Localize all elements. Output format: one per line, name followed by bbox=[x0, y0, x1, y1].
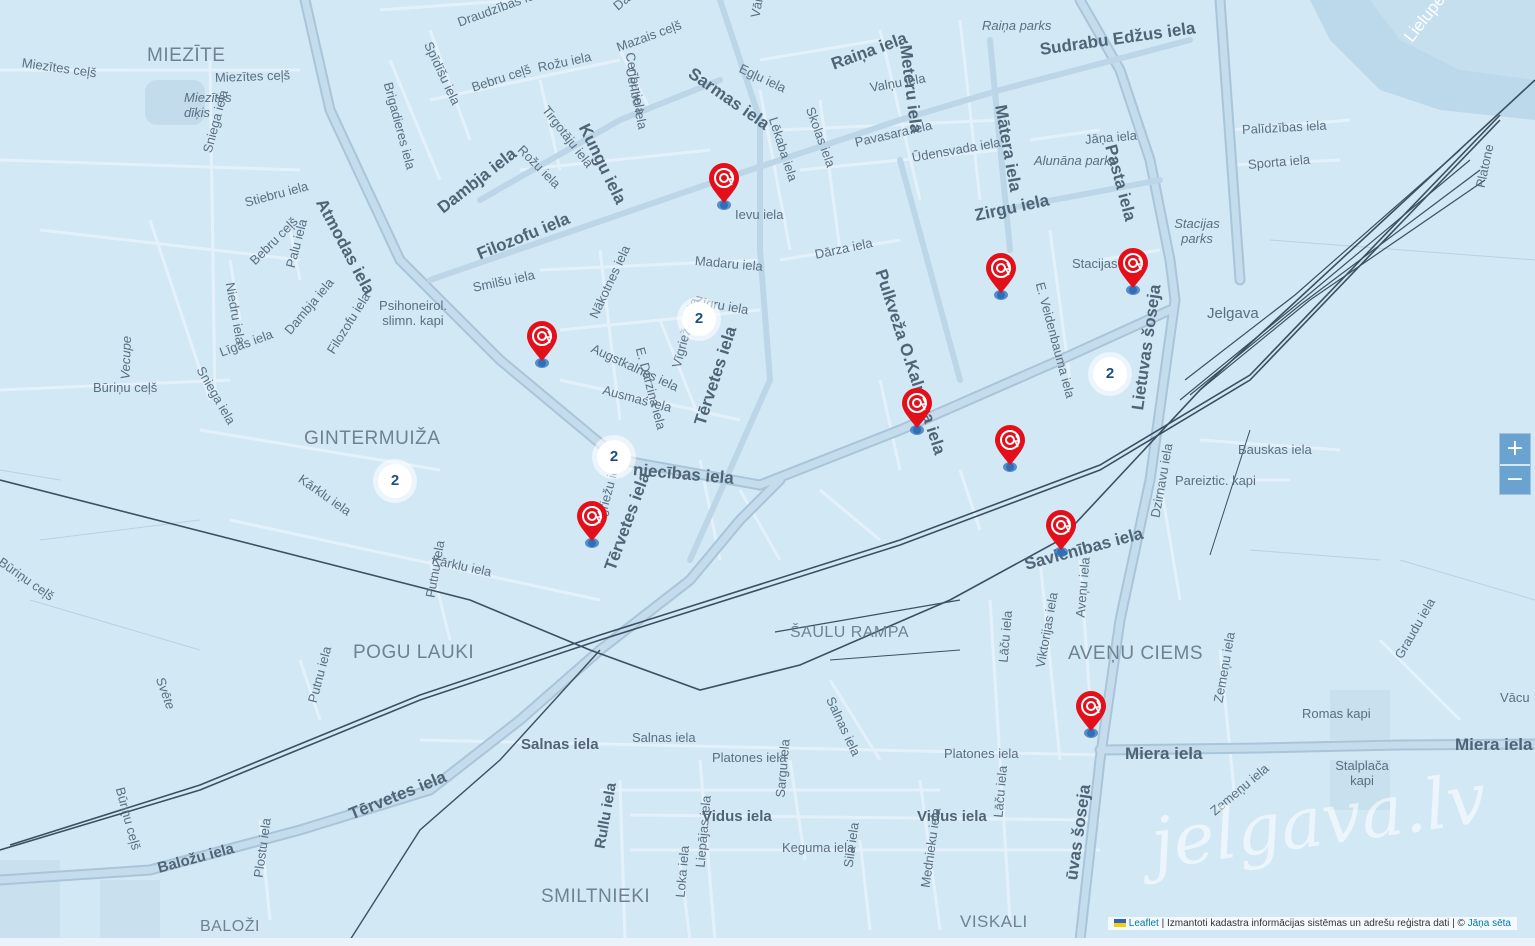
map-pin-icon bbox=[1046, 510, 1076, 557]
cluster-count: 2 bbox=[597, 440, 631, 474]
map-attribution: Leaflet | Izmantoti kadastra informācija… bbox=[1107, 917, 1517, 930]
charging-station-marker[interactable] bbox=[1116, 248, 1150, 300]
river-label: Vecupe bbox=[117, 335, 135, 380]
district-label: ŠAULU RAMPA bbox=[790, 624, 910, 641]
map-pin-icon bbox=[986, 253, 1016, 300]
zoom-out-button[interactable]: − bbox=[1500, 464, 1530, 494]
park-label: Stacijas parks bbox=[1174, 216, 1220, 246]
bottom-bar bbox=[0, 938, 1535, 946]
place-label: Pareiztic. kapi bbox=[1175, 473, 1256, 488]
street-label: Miera iela bbox=[1455, 735, 1533, 754]
street-label: Salnas iela bbox=[632, 730, 696, 745]
district-label: POGU LAUKI bbox=[353, 642, 475, 663]
street-label: Platones iela bbox=[944, 746, 1019, 761]
park-label: Raiņa parks bbox=[982, 18, 1052, 33]
district-label: VISKALI bbox=[960, 912, 1028, 931]
zoom-in-button[interactable]: + bbox=[1500, 434, 1530, 464]
district-label: GINTERMUIŽA bbox=[304, 428, 441, 449]
district-label: AVEŅU CIEMS bbox=[1068, 643, 1204, 664]
marker-cluster[interactable]: 2 bbox=[592, 435, 636, 479]
street-label: Ievu iela bbox=[735, 207, 784, 222]
place-label: Jelgava bbox=[1207, 305, 1259, 322]
leaflet-link[interactable]: Leaflet bbox=[1129, 918, 1159, 929]
marker-cluster[interactable]: 2 bbox=[677, 297, 721, 341]
charging-station-marker[interactable] bbox=[707, 163, 741, 215]
street-label: Miera iela bbox=[1125, 744, 1203, 763]
cluster-count: 2 bbox=[682, 302, 716, 336]
janas-seta-link[interactable]: Jāņa sēta bbox=[1468, 918, 1511, 929]
charging-station-marker[interactable] bbox=[525, 321, 559, 373]
street-label: Būriņu ceļš bbox=[93, 380, 158, 395]
map-pin-icon bbox=[527, 321, 557, 368]
place-label: Psihoneirol. slimn. kapi bbox=[379, 298, 447, 328]
district-label: MIEZĪTE bbox=[147, 45, 226, 66]
place-label: Romas kapi bbox=[1302, 706, 1371, 721]
map-pin-icon bbox=[1076, 691, 1106, 738]
street-label: Bauskas iela bbox=[1238, 442, 1312, 457]
map-pin-icon bbox=[1118, 248, 1148, 295]
charging-station-marker[interactable] bbox=[984, 253, 1018, 305]
map-pin-icon bbox=[577, 501, 607, 548]
zoom-control: + − bbox=[1499, 433, 1531, 495]
attribution-text: | Izmantoti kadastra informācijas sistēm… bbox=[1158, 918, 1468, 929]
district-label: BALOŽI bbox=[200, 918, 260, 935]
marker-cluster[interactable]: 2 bbox=[1088, 352, 1132, 396]
marker-cluster[interactable]: 2 bbox=[373, 459, 417, 503]
ukraine-flag-icon bbox=[1113, 919, 1126, 928]
cluster-count: 2 bbox=[1093, 357, 1127, 391]
charging-station-marker[interactable] bbox=[993, 425, 1027, 477]
street-label: Miezītes ceļš bbox=[214, 67, 291, 85]
charging-station-marker[interactable] bbox=[1074, 691, 1108, 743]
district-label: SMILTNIEKI bbox=[541, 886, 651, 907]
charging-station-marker[interactable] bbox=[1044, 510, 1078, 562]
map-viewport[interactable]: MIEZĪTE GINTERMUIŽA POGU LAUKI SMILTNIEK… bbox=[0, 0, 1535, 946]
charging-station-marker[interactable] bbox=[575, 501, 609, 553]
cluster-count: 2 bbox=[378, 464, 412, 498]
map-pin-icon bbox=[995, 425, 1025, 472]
map-pin-icon bbox=[902, 388, 932, 435]
street-label: Salnas iela bbox=[521, 736, 599, 753]
place-label: Vācu bbox=[1500, 690, 1530, 705]
charging-station-marker[interactable] bbox=[900, 388, 934, 440]
map-pin-icon bbox=[709, 163, 739, 210]
